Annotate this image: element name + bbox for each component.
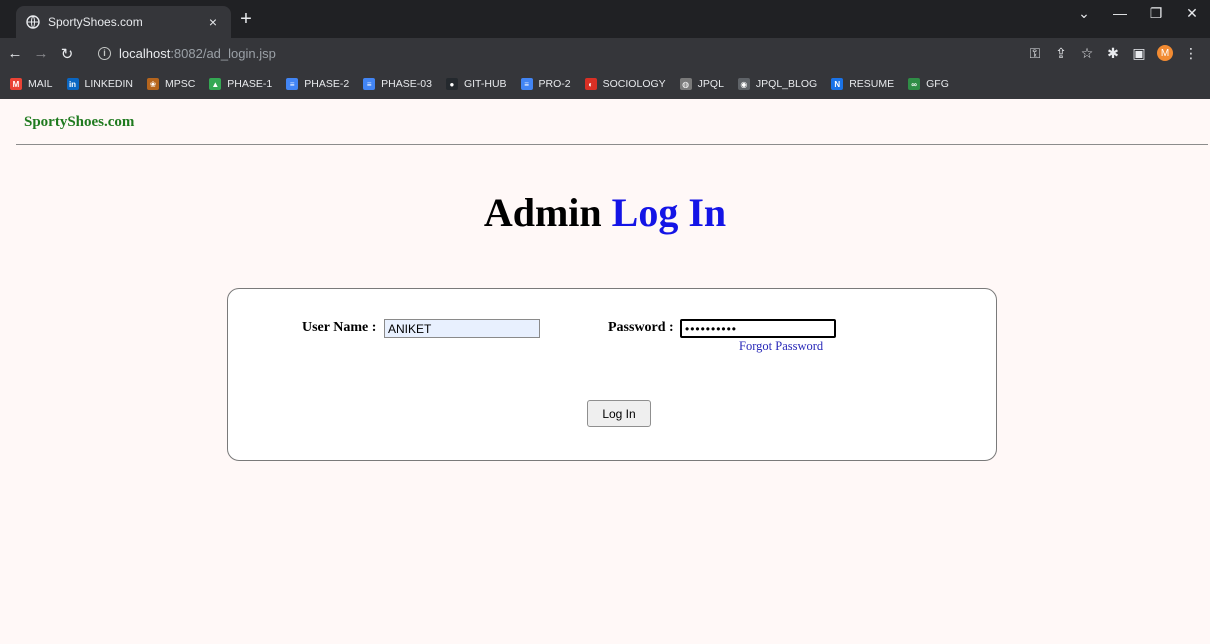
bookmark-label: SOCIOLOGY [602, 78, 666, 90]
mpsc-emblem-icon: ❀ [146, 78, 159, 90]
tab-search-icon[interactable]: ⌄ [1066, 0, 1102, 26]
tab-title: SportyShoes.com [48, 15, 143, 29]
toolbar-actions: ⚿ ⇪ ☆ ✱ ▣ M ⋮ [1022, 42, 1204, 64]
bookmark-item[interactable]: ● GIT-HUB [445, 78, 507, 90]
bookmark-item[interactable]: ◍ JPQL [679, 78, 724, 90]
password-input[interactable] [680, 319, 836, 338]
bookmark-label: MAIL [28, 78, 53, 90]
bookmark-label: LINKEDIN [84, 78, 133, 90]
gfg-icon: ∞ [908, 78, 921, 90]
forward-icon[interactable]: → [30, 43, 52, 65]
bookmark-item[interactable]: ≡ PRO-2 [520, 78, 571, 90]
bookmark-label: PHASE-03 [381, 78, 432, 90]
bookmark-label: RESUME [849, 78, 895, 90]
side-panel-icon[interactable]: ▣ [1126, 42, 1152, 64]
menu-icon[interactable]: ⋮ [1178, 42, 1204, 64]
docs-icon: ≡ [286, 78, 299, 90]
username-input[interactable] [384, 319, 540, 338]
docs-icon: ≡ [363, 78, 376, 90]
address-bar[interactable]: i localhost:8082/ad_login.jsp [98, 41, 998, 65]
close-window-icon[interactable]: ✕ [1174, 0, 1210, 26]
bookmark-item[interactable]: ≡ PHASE-03 [363, 78, 432, 90]
globe-icon: ◉ [737, 78, 750, 90]
key-icon[interactable]: ⚿ [1022, 42, 1048, 64]
page-title: Admin Log In [0, 189, 1210, 236]
bookmark-item[interactable]: ◐ SOCIOLOGY [584, 78, 666, 90]
tab-close-icon[interactable]: × [205, 14, 221, 30]
github-icon: ● [445, 78, 458, 90]
bookmarks-bar: M MAIL in LINKEDIN ❀ MPSC ▲ PHASE-1 ≡ PHASE-2 ≡ PHA… [0, 69, 1210, 99]
bookmark-label: MPSC [164, 78, 196, 90]
sociology-icon: ◐ [584, 78, 597, 90]
bookmark-item[interactable]: ≡ PHASE-2 [286, 78, 349, 90]
globe-icon [26, 15, 40, 29]
docs-icon: ≡ [520, 78, 533, 90]
login-card: User Name : Password : Forgot Password L… [227, 288, 997, 461]
browser-toolbar: ← → ↻ i localhost:8082/ad_login.jsp ⚿ ⇪ … [0, 38, 1210, 69]
linkedin-icon: in [66, 78, 79, 90]
tab-strip: SportyShoes.com × + ⌄ — ❐ ✕ [0, 0, 1210, 38]
reload-icon[interactable]: ↻ [56, 43, 78, 65]
bookmark-item[interactable]: ∞ GFG [908, 78, 949, 90]
extensions-icon[interactable]: ✱ [1100, 42, 1126, 64]
back-icon[interactable]: ← [4, 43, 26, 65]
bookmark-item[interactable]: ◉ JPQL_BLOG [737, 78, 818, 90]
share-icon[interactable]: ⇪ [1048, 42, 1074, 64]
bookmark-item[interactable]: M MAIL [10, 78, 53, 90]
avatar-wrapper: M [1152, 42, 1178, 64]
browser-tab[interactable]: SportyShoes.com × [16, 6, 231, 38]
bookmark-label: PHASE-1 [227, 78, 273, 90]
jpql-icon: ◍ [679, 78, 692, 90]
bookmark-label: PHASE-2 [304, 78, 350, 90]
password-label: Password : [608, 320, 674, 335]
info-icon[interactable]: i [98, 46, 111, 60]
bookmark-label: GIT-HUB [463, 78, 507, 90]
login-button[interactable]: Log In [587, 400, 651, 427]
bookmark-label: JPQL [697, 78, 724, 90]
bookmark-item[interactable]: N RESUME [831, 78, 894, 90]
page-title-part1: Admin [483, 190, 602, 235]
bookmark-item[interactable]: ❀ MPSC [146, 78, 196, 90]
gmail-icon: M [10, 78, 22, 90]
restore-icon[interactable]: ❐ [1138, 0, 1174, 26]
url-path: :8082/ad_login.jsp [170, 45, 276, 61]
resume-icon: N [831, 78, 844, 90]
bookmark-item[interactable]: ▲ PHASE-1 [209, 78, 272, 90]
bookmark-label: PRO-2 [538, 78, 571, 90]
brand-logo[interactable]: SportyShoes.com [24, 114, 134, 131]
username-label: User Name : [302, 320, 377, 335]
new-tab-button[interactable]: + [236, 9, 256, 29]
bookmark-label: JPQL_BLOG [755, 78, 818, 90]
avatar[interactable]: M [1157, 45, 1173, 61]
forgot-password-link[interactable]: Forgot Password [739, 339, 823, 354]
bookmark-item[interactable]: in LINKEDIN [66, 78, 133, 90]
minimize-icon[interactable]: — [1102, 0, 1138, 26]
url-host: localhost [119, 45, 171, 61]
page-title-part2: Log In [611, 190, 727, 235]
drive-icon: ▲ [209, 78, 222, 90]
window-controls: ⌄ — ❐ ✕ [1066, 0, 1210, 30]
header-divider [16, 144, 1208, 145]
star-icon[interactable]: ☆ [1074, 42, 1100, 64]
page-content: SportyShoes.com Admin Log In User Name :… [0, 99, 1210, 644]
bookmark-label: GFG [926, 78, 949, 90]
